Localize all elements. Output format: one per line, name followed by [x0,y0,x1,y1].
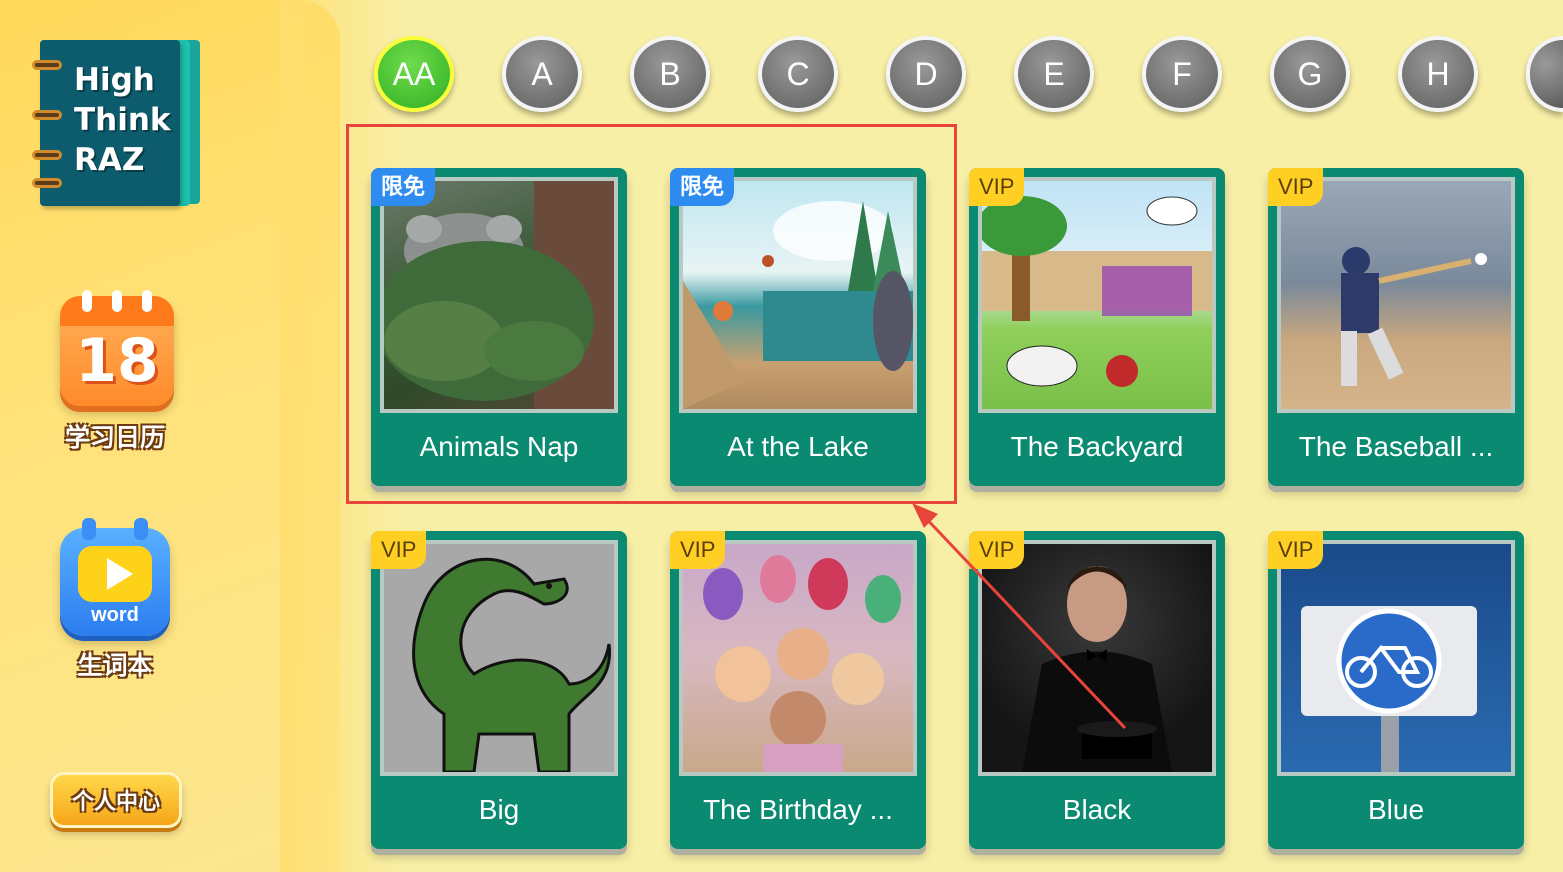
vip-badge: VIP [969,168,1025,206]
level-tab-b[interactable]: B [630,36,710,112]
book-card-the-birthday[interactable]: VIP The Birthday ... [670,531,926,849]
book-card-animals-nap[interactable]: 限免 Animals Nap [371,168,627,486]
calendar-label[interactable]: 学习日历 [40,418,190,454]
book-title: Animals Nap [419,431,579,462]
level-tab-h[interactable]: H [1398,36,1478,112]
level-tab-aa[interactable]: AA [374,36,454,112]
book-cover-image [679,177,917,413]
vip-badge: VIP [1268,168,1324,206]
book-title: The Birthday ... [703,794,893,825]
book-cover-image [1277,177,1515,413]
book-title: The Baseball ... [1298,431,1494,462]
vip-badge: VIP [1268,531,1324,569]
book-card-black[interactable]: VIP Black [969,531,1225,849]
logo-line-2: Think [74,102,171,138]
book-title: Black [1062,794,1132,825]
vip-badge: VIP [371,531,427,569]
book-title: The Backyard [1010,431,1184,462]
level-tab-d[interactable]: D [886,36,966,112]
play-icon [107,558,133,590]
logo-line-1: High [74,62,155,98]
calendar-icon[interactable]: 18 [60,290,174,406]
book-cover-image [978,177,1216,413]
word-book-label[interactable]: 生词本 [40,646,190,682]
book-card-at-the-lake[interactable]: 限免 At the Lake [670,168,926,486]
logo-line-3: RAZ [74,142,145,178]
level-tab-g[interactable]: G [1270,36,1350,112]
personal-center-button[interactable]: 个人中心 [50,772,182,828]
calendar-day: 18 [75,326,159,396]
book-cover-image [1277,540,1515,776]
vip-badge: VIP [969,531,1025,569]
vip-badge: VIP [670,531,726,569]
book-cover-image [978,540,1216,776]
free-badge: 限免 [371,168,436,206]
book-cover-image [380,540,618,776]
book-card-blue[interactable]: VIP Blue [1268,531,1524,849]
level-tab-partial[interactable] [1526,36,1563,112]
app-logo: High Think RAZ [32,40,200,208]
book-title: Big [478,794,520,825]
level-tab-f[interactable]: F [1142,36,1222,112]
book-title: Blue [1367,794,1425,825]
level-tab-e[interactable]: E [1014,36,1094,112]
book-cover-image [380,177,618,413]
book-card-the-baseball[interactable]: VIP The Baseball ... [1268,168,1524,486]
level-tab-c[interactable]: C [758,36,838,112]
book-title: At the Lake [727,431,869,462]
word-icon-text: word [91,604,139,626]
word-book-icon[interactable]: word [60,518,170,636]
book-card-the-backyard[interactable]: VIP The Backyard [969,168,1225,486]
book-cover-image [679,540,917,776]
level-tab-a[interactable]: A [502,36,582,112]
free-badge: 限免 [670,168,735,206]
book-card-big[interactable]: VIP Big [371,531,627,849]
